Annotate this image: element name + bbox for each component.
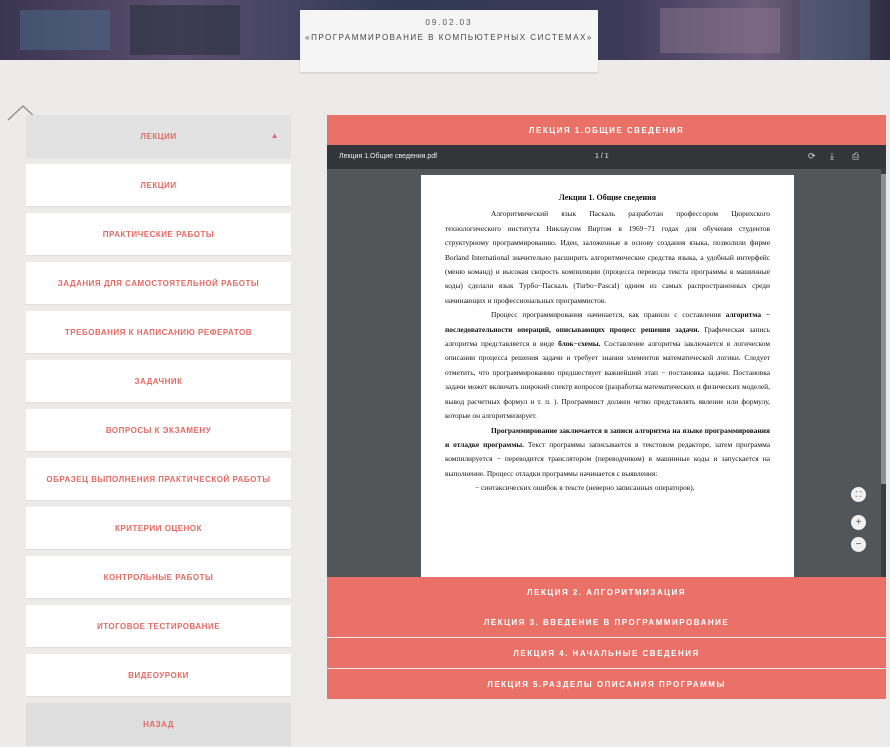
course-title: «ПРОГРАММИРОВАНИЕ В КОМПЬЮТЕРНЫХ СИСТЕМА…	[305, 33, 593, 42]
pdf-scrollbar[interactable]	[881, 169, 886, 577]
sidebar-item-final-testing[interactable]: ИТОГОВОЕ ТЕСТИРОВАНИЕ	[26, 605, 291, 647]
sidebar-item-problem-book[interactable]: ЗАДАЧНИК	[26, 360, 291, 402]
lecture-1-tab[interactable]: ЛЕКЦИЯ 1.ОБЩИЕ СВЕДЕНИЯ	[327, 115, 886, 145]
fit-page-icon[interactable]: ⛶	[851, 487, 866, 502]
zoom-out-icon[interactable]: −	[851, 537, 866, 552]
sidebar-item-lectures[interactable]: ЛЕКЦИИ	[26, 164, 291, 206]
sidebar-item-practical-works[interactable]: ПРАКТИЧЕСКИЕ РАБОТЫ	[26, 213, 291, 255]
document-paragraph-3: Программирование заключается в записи ал…	[445, 425, 770, 478]
sidebar-item-grading-criteria[interactable]: КРИТЕРИИ ОЦЕНОК	[26, 507, 291, 549]
caret-up-icon: ▲	[270, 131, 279, 140]
document-list-item-1: − синтаксических ошибок в тексте (неверн…	[475, 483, 695, 493]
document-paragraph-1: Алгоритмический язык Паскаль разработан …	[445, 209, 770, 305]
print-icon[interactable]: ⎙	[852, 151, 859, 162]
sidebar-item-practical-sample[interactable]: ОБРАЗЕЦ ВЫПОЛНЕНИЯ ПРАКТИЧЕСКОЙ РАБОТЫ	[26, 458, 291, 500]
download-icon[interactable]: ⤓	[830, 151, 834, 162]
sidebar-item-control-works[interactable]: КОНТРОЛЬНЫЕ РАБОТЫ	[26, 556, 291, 598]
course-title-card: 09.02.03 «ПРОГРАММИРОВАНИЕ В КОМПЬЮТЕРНЫ…	[300, 10, 598, 72]
sidebar-item-self-study-tasks[interactable]: ЗАДАНИЯ ДЛЯ САМОСТОЯТЕЛЬНОЙ РАБОТЫ	[26, 262, 291, 304]
zoom-in-icon[interactable]: +	[851, 515, 866, 530]
lecture-5-tab[interactable]: ЛЕКЦИЯ 5.РАЗДЕЛЫ ОПИСАНИЯ ПРОГРАММЫ	[327, 669, 886, 699]
lecture-4-tab[interactable]: ЛЕКЦИЯ 4. НАЧАЛЬНЫЕ СВЕДЕНИЯ	[327, 638, 886, 668]
sidebar-header-lectures[interactable]: ЛЕКЦИИ ▲	[26, 115, 291, 157]
sidebar: ЛЕКЦИИ ▲ ЛЕКЦИИ ПРАКТИЧЕСКИЕ РАБОТЫ ЗАДА…	[26, 115, 291, 747]
pdf-viewer[interactable]: Лекция 1.Общие сведения.pdf 1 / 1 ⟳ ⤓ ⎙ …	[327, 145, 886, 577]
sidebar-item-video-lessons[interactable]: ВИДЕОУРОКИ	[26, 654, 291, 696]
scrollbar-thumb[interactable]	[881, 174, 886, 484]
pdf-toolbar: Лекция 1.Общие сведения.pdf 1 / 1 ⟳ ⤓ ⎙	[327, 145, 886, 169]
rotate-icon[interactable]: ⟳	[808, 151, 816, 162]
document-heading: Лекция 1. Общие сведения	[558, 193, 657, 202]
back-button[interactable]: НАЗАД	[26, 703, 291, 745]
course-code: 09.02.03	[425, 18, 473, 27]
sidebar-item-exam-questions[interactable]: ВОПРОСЫ К ЭКЗАМЕНУ	[26, 409, 291, 451]
pdf-filename: Лекция 1.Общие сведения.pdf	[339, 153, 438, 160]
sidebar-header-label: ЛЕКЦИИ	[140, 131, 177, 141]
pdf-page: Лекция 1. Общие сведения Алгоритмический…	[421, 175, 794, 577]
document-paragraph-2: Процесс программирования начинается, как…	[445, 310, 771, 421]
sidebar-item-essay-requirements[interactable]: ТРЕБОВАНИЯ К НАПИСАНИЮ РЕФЕРАТОВ	[26, 311, 291, 353]
lecture-3-tab[interactable]: ЛЕКЦИЯ 3. ВВЕДЕНИЕ В ПРОГРАММИРОВАНИЕ	[327, 607, 886, 637]
pdf-page-counter: 1 / 1	[595, 153, 609, 160]
lecture-2-tab[interactable]: ЛЕКЦИЯ 2. АЛГОРИТМИЗАЦИЯ	[327, 577, 886, 607]
